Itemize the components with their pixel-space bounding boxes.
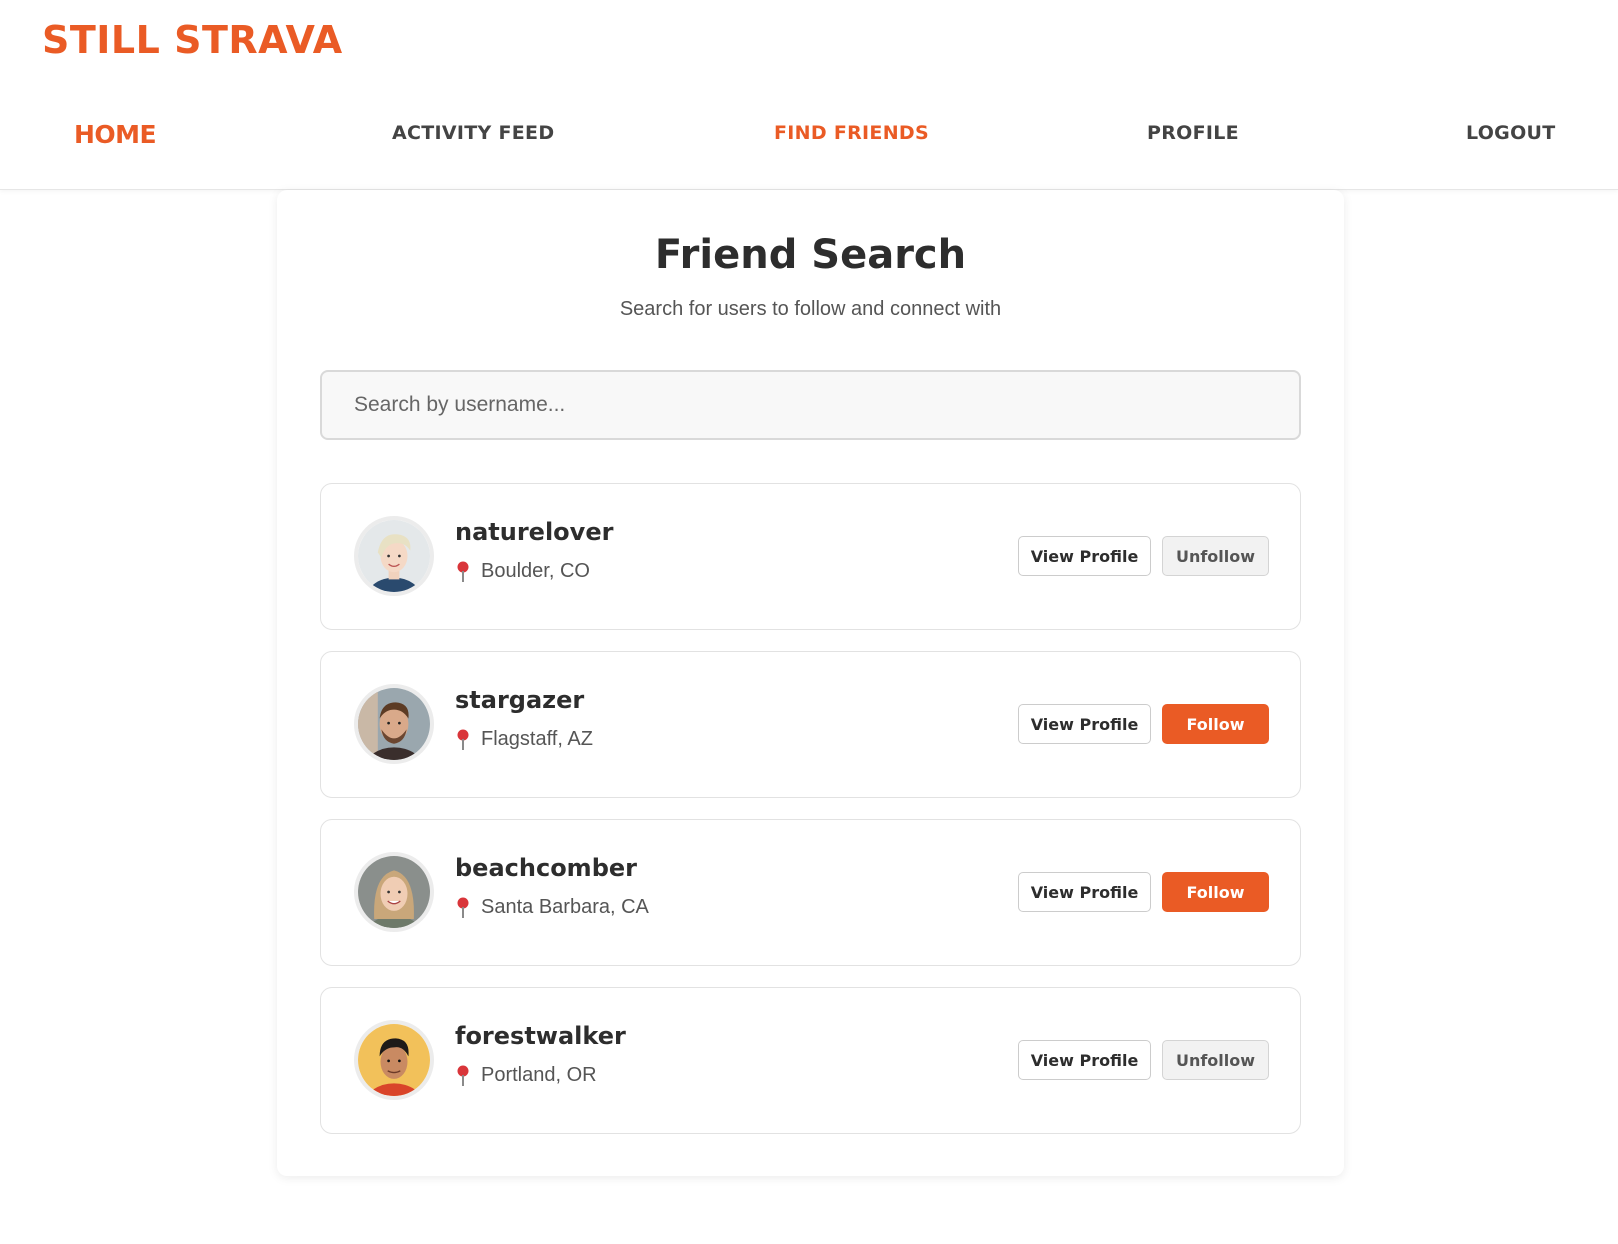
user-location: Portland, OR [455,1064,597,1087]
unfollow-button[interactable]: Unfollow [1162,1040,1269,1080]
brand-logo[interactable]: STILL STRAVA [42,18,343,62]
location-pin-icon [457,729,469,750]
top-header: STILL STRAVA HOME ACTIVITY FEED FIND FRI… [0,0,1618,190]
page-title: Friend Search [654,232,967,278]
view-profile-button[interactable]: View Profile [1018,704,1151,744]
location-text: Portland, OR [481,1064,597,1086]
avatar[interactable] [354,516,434,596]
user-name[interactable]: forestwalker [455,1022,626,1050]
user-location: Boulder, CO [455,560,590,583]
avatar[interactable] [354,684,434,764]
avatar[interactable] [354,1020,434,1100]
location-pin-icon [457,897,469,918]
user-name[interactable]: beachcomber [455,854,637,882]
nav-find-friends[interactable]: FIND FRIENDS [774,122,929,144]
user-name[interactable]: naturelover [455,518,613,546]
user-card: beachcomber Santa Barbara, CA View Profi… [320,819,1301,966]
search-input[interactable] [320,370,1301,440]
user-card: forestwalker Portland, OR View Profile U… [320,987,1301,1134]
follow-button[interactable]: Follow [1162,704,1269,744]
location-text: Boulder, CO [481,560,590,582]
view-profile-button[interactable]: View Profile [1018,1040,1151,1080]
user-card: stargazer Flagstaff, AZ View Profile Fol… [320,651,1301,798]
location-text: Flagstaff, AZ [481,728,593,750]
nav-home[interactable]: HOME [74,120,157,149]
nav-activity-feed[interactable]: ACTIVITY FEED [392,122,554,144]
view-profile-button[interactable]: View Profile [1018,872,1151,912]
page-subtitle: Search for users to follow and connect w… [619,298,1002,320]
nav-profile[interactable]: PROFILE [1147,122,1239,144]
user-name[interactable]: stargazer [455,686,584,714]
nav-logout[interactable]: LOGOUT [1466,122,1556,144]
user-card: naturelover Boulder, CO View Profile Unf… [320,483,1301,630]
location-pin-icon [457,561,469,582]
avatar[interactable] [354,852,434,932]
unfollow-button[interactable]: Unfollow [1162,536,1269,576]
location-pin-icon [457,1065,469,1086]
user-location: Flagstaff, AZ [455,728,593,751]
follow-button[interactable]: Follow [1162,872,1269,912]
view-profile-button[interactable]: View Profile [1018,536,1151,576]
user-location: Santa Barbara, CA [455,896,649,919]
friend-search-panel: Friend Search Search for users to follow… [277,190,1344,1176]
location-text: Santa Barbara, CA [481,896,649,918]
